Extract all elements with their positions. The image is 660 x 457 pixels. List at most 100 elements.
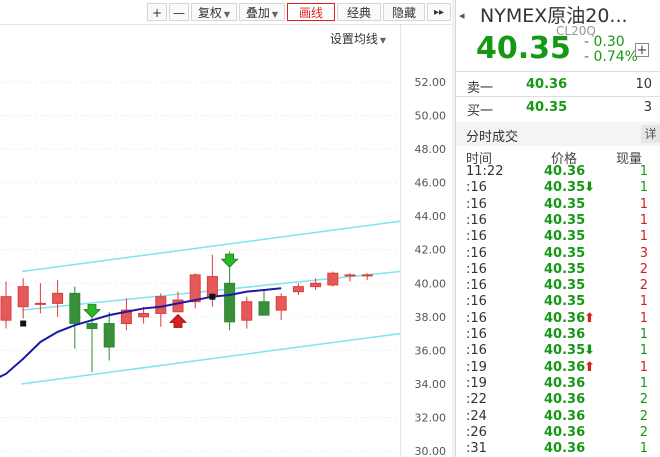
candle-body xyxy=(17,286,29,308)
trade-row: :16 40.35 2 xyxy=(456,278,660,294)
trade-time: :16 xyxy=(466,278,487,294)
candle-body xyxy=(103,323,115,348)
candle-body xyxy=(361,274,373,277)
trade-row: :16 40.35 3 xyxy=(456,246,660,262)
candle-body xyxy=(69,292,81,325)
trade-time: :24 xyxy=(466,408,487,424)
y-tick-label: 32.00 xyxy=(415,411,447,424)
trades-title: 分时成交 xyxy=(466,130,519,145)
y-tick-label: 46.00 xyxy=(415,177,447,190)
candle-body xyxy=(206,276,218,298)
candle-body xyxy=(52,292,64,304)
trade-time: :16 xyxy=(466,327,487,342)
zoom-in-button[interactable]: + xyxy=(147,3,167,21)
caret-down-icon: ▼ xyxy=(223,10,231,19)
caret-down-icon: ▼ xyxy=(271,10,279,19)
trade-volume: 1 xyxy=(639,212,648,228)
trade-price: 40.35 xyxy=(544,245,586,261)
candle-body xyxy=(189,274,201,303)
trade-price: 40.36 xyxy=(544,441,586,457)
signal-dot-marker xyxy=(209,293,216,300)
trade-row: :19 40.36 1 xyxy=(456,376,660,392)
trades-header: 分时成交 详 xyxy=(456,122,660,146)
trade-volume: 1 xyxy=(639,327,648,342)
sell1-label: 卖一 xyxy=(467,81,494,96)
trade-row: 11:22 40.36 1 xyxy=(456,164,660,180)
classic-button[interactable]: 经典 xyxy=(337,3,381,21)
trade-row: :16 40.35 1 xyxy=(456,229,660,245)
candle-body xyxy=(275,296,287,311)
trade-time: :16 xyxy=(466,229,487,245)
buy1-price: 40.35 xyxy=(526,100,568,115)
draw-line-button[interactable]: 画线 xyxy=(287,3,335,21)
y-tick-label: 52.00 xyxy=(415,76,447,89)
trade-time: :19 xyxy=(466,359,487,375)
overlay-dropdown[interactable]: 叠加 ▼ xyxy=(239,3,285,21)
channel-upper-line xyxy=(21,220,401,273)
trade-price: 40.36 xyxy=(544,424,586,440)
trade-volume: 2 xyxy=(639,408,648,424)
trade-price: 40.36 xyxy=(544,327,586,342)
buy1-label: 买一 xyxy=(467,104,494,119)
zoom-out-button[interactable]: — xyxy=(169,3,189,21)
candle-body xyxy=(327,272,339,286)
trade-row: :16 40.35 1 xyxy=(456,213,660,229)
trade-price: 40.36 xyxy=(544,310,586,326)
trade-volume: 1 xyxy=(639,180,648,196)
more-button[interactable]: ▸▸ xyxy=(427,3,451,21)
channel-lower-line xyxy=(21,332,401,385)
up-arrow-icon: ⬆ xyxy=(584,310,595,326)
trade-time: :16 xyxy=(466,343,487,359)
trade-row: :16 40.36 1 xyxy=(456,327,660,343)
up-arrow-icon: ⬆ xyxy=(584,359,595,375)
candle-body xyxy=(258,301,270,316)
hide-button[interactable]: 隐藏 xyxy=(383,3,425,21)
buy-signal-arrow-icon xyxy=(220,253,239,268)
candle-body xyxy=(241,301,253,321)
sell1-price: 40.36 xyxy=(526,77,568,92)
trade-price: 40.36 xyxy=(544,392,586,408)
y-tick-label: 50.00 xyxy=(415,110,447,123)
trade-price: 40.35 xyxy=(544,180,586,196)
trade-time: :31 xyxy=(466,441,487,457)
y-tick-label: 36.00 xyxy=(415,344,447,357)
classic-label: 经典 xyxy=(346,6,371,20)
chart-pane[interactable]: 52.00 50.00 48.00 46.00 44.00 42.00 40.00 38.00… xyxy=(0,0,452,457)
symbol-title: NYMEX原油20... xyxy=(480,5,628,27)
add-watchlist-button[interactable]: + xyxy=(635,43,649,57)
collapse-left-icon[interactable]: ◂ xyxy=(459,9,465,22)
candle-body xyxy=(344,274,356,277)
detail-button[interactable]: 详 xyxy=(641,125,660,143)
trade-volume: 1 xyxy=(639,164,648,179)
chart-toolbar: + — 复权 ▼ 叠加 ▼ 画线 经典 隐藏 ▸▸ xyxy=(0,0,452,25)
trade-row: :22 40.36 2 xyxy=(456,392,660,408)
trade-volume: 2 xyxy=(639,392,648,408)
trade-row: :31 40.36 1 xyxy=(456,441,660,457)
trade-volume: 1 xyxy=(639,310,648,326)
adjust-dropdown[interactable]: 复权 ▼ xyxy=(191,3,237,21)
trade-volume: 1 xyxy=(639,294,648,310)
trade-time: :16 xyxy=(466,180,487,196)
trade-volume: 1 xyxy=(639,359,648,375)
trade-price: 40.35 xyxy=(544,294,586,310)
trade-volume: 3 xyxy=(639,245,648,261)
plus-icon: + xyxy=(151,6,163,20)
trade-price: 40.35 xyxy=(544,261,586,277)
y-tick-label: 34.00 xyxy=(415,378,447,391)
caret-down-icon: ▼ xyxy=(379,36,386,45)
last-price: 40.35 xyxy=(476,31,571,66)
candlestick-chart[interactable]: 52.00 50.00 48.00 46.00 44.00 42.00 40.00 38.00… xyxy=(0,0,452,457)
ma-setting-label: 设置均线 xyxy=(329,32,378,46)
trade-price: 40.35 xyxy=(544,229,586,245)
trade-price: 40.36 xyxy=(544,164,586,179)
trade-row: :16 40.35 1 xyxy=(456,197,660,213)
trade-price: 40.35 xyxy=(544,196,586,212)
candle-body xyxy=(138,312,150,318)
trade-volume: 2 xyxy=(639,424,648,440)
ma-setting-dropdown[interactable]: 设置均线 ▼ xyxy=(330,30,386,47)
trade-time: :16 xyxy=(466,212,487,228)
trade-time: :19 xyxy=(466,375,487,391)
trade-volume: 1 xyxy=(639,343,648,359)
sell1-volume: 10 xyxy=(635,77,652,92)
price-change-percent: - 0.74% xyxy=(584,49,638,65)
